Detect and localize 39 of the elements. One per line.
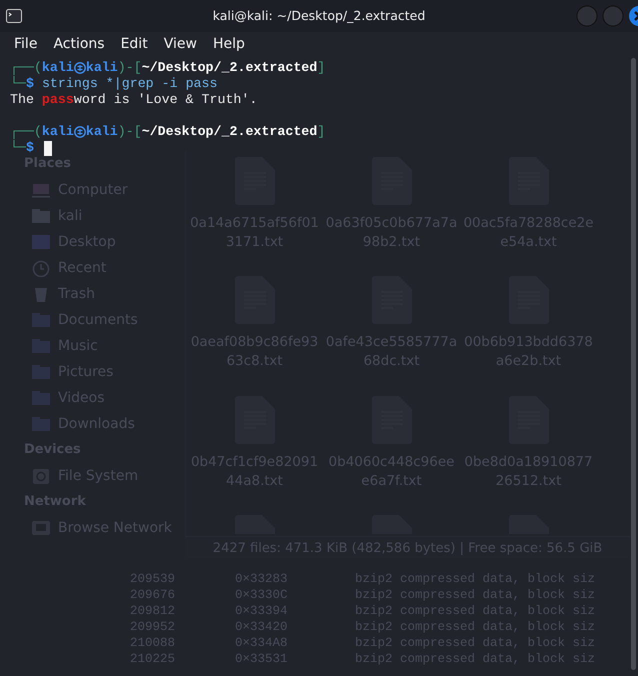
circled-symbol-icon [74, 62, 86, 74]
prompt-frame: └─ [10, 76, 26, 92]
menu-item[interactable]: Edit [112, 33, 156, 55]
prompt-sign: $ [26, 76, 34, 92]
terminal-icon[interactable] [6, 9, 22, 23]
trash-icon[interactable] [32, 286, 50, 302]
folder-icon[interactable] [32, 390, 50, 406]
folder-icon[interactable] [32, 416, 50, 432]
prompt-frame: ┌──( [10, 124, 42, 140]
prompt-host: kali [86, 124, 118, 140]
clock-icon[interactable] [32, 260, 50, 276]
computer-icon[interactable] [32, 182, 50, 198]
prompt-path: ~/Desktop/_2.extracted [142, 60, 318, 76]
prompt-frame: └─ [10, 140, 26, 156]
terminal-output: The password is 'Love & Truth'. [10, 92, 258, 108]
folder-icon[interactable] [32, 312, 50, 328]
window-title: kali@kali: ~/Desktop/_2.extracted [212, 6, 426, 25]
prompt-path: ~/Desktop/_2.extracted [142, 124, 318, 140]
folder-icon[interactable] [32, 234, 50, 250]
prompt-host: kali [86, 60, 118, 76]
scrollbar[interactable] [631, 58, 636, 670]
prompt-frame: )-[ [118, 60, 142, 76]
menu-item[interactable]: Actions [45, 33, 113, 55]
folder-icon[interactable] [32, 364, 50, 380]
menu-item[interactable]: Help [204, 33, 253, 55]
prompt-frame: )-[ [118, 124, 142, 140]
prompt-frame: ] [317, 124, 326, 140]
circled-symbol-icon [74, 126, 86, 138]
prompt-frame: ┌──( [10, 60, 42, 76]
folder-icon[interactable] [32, 208, 50, 224]
menu-item[interactable]: File [6, 33, 46, 55]
menu-item[interactable]: View [156, 33, 205, 55]
prompt-frame: ] [317, 60, 326, 76]
command-text: strings *|grep -i pass [42, 76, 218, 92]
folder-icon[interactable] [32, 338, 50, 354]
prompt-user: kali [42, 60, 74, 76]
prompt-user: kali [42, 124, 74, 140]
minimize-button[interactable] [576, 5, 598, 27]
prompt-sign: $ [26, 140, 34, 156]
